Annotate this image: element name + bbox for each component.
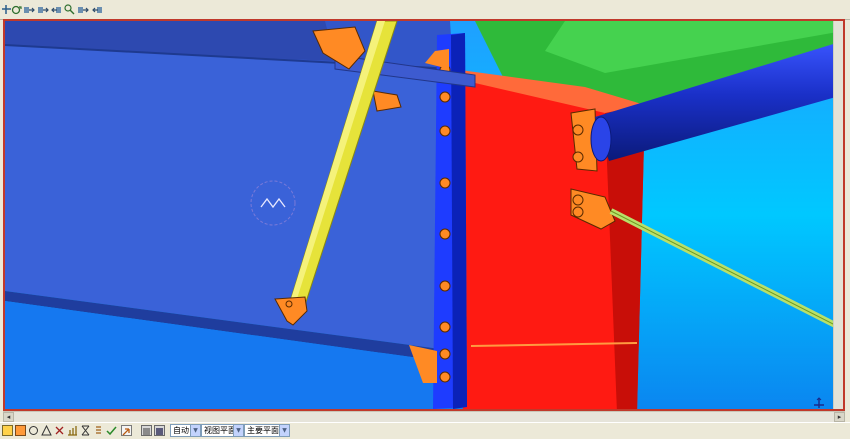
snap-cross-icon[interactable]: [54, 425, 65, 436]
main-plane-select[interactable]: 主要平面 ▼: [244, 424, 290, 437]
snap-mode-value: 自动: [173, 426, 189, 435]
top-toolbar: [0, 0, 850, 20]
vertical-scrollbar[interactable]: [833, 21, 843, 409]
zoom-window-icon[interactable]: [63, 3, 76, 16]
3d-scene[interactable]: [5, 21, 843, 409]
chevron-down-icon[interactable]: ▼: [190, 425, 200, 436]
main-plane-value: 主要平面: [247, 426, 279, 435]
snap-mid-icon[interactable]: [15, 425, 26, 436]
zoom-in-icon[interactable]: [36, 3, 49, 16]
snap-perp-icon[interactable]: [41, 424, 52, 436]
chevron-down-icon[interactable]: ▼: [279, 425, 289, 436]
scroll-right-arrow[interactable]: ▸: [834, 412, 845, 422]
model-icon[interactable]: [141, 425, 152, 436]
view-icon[interactable]: [154, 425, 165, 436]
horizontal-scrollbar[interactable]: ◂ ▸: [3, 411, 845, 422]
view-plane-select[interactable]: 视图平面 ▼: [201, 424, 244, 437]
snap-icon[interactable]: [22, 3, 35, 16]
snap-free-icon[interactable]: [106, 425, 117, 436]
status-bar: 自动 ▼ 视图平面 ▼ 主要平面 ▼: [0, 422, 850, 438]
snap-end-icon[interactable]: [2, 425, 13, 436]
snap-mode-select[interactable]: 自动 ▼: [170, 424, 201, 437]
view-plane-value: 视图平面: [204, 426, 236, 435]
snap-circle-icon[interactable]: [28, 425, 39, 436]
zoom-in-icon[interactable]: [91, 3, 104, 16]
snap-line-icon[interactable]: [80, 425, 91, 436]
scroll-left-arrow[interactable]: ◂: [3, 412, 14, 422]
snap-grid-icon[interactable]: [67, 425, 78, 436]
zoom-out-icon[interactable]: [50, 3, 63, 16]
fit-view-icon[interactable]: [76, 3, 89, 16]
model-viewport[interactable]: [3, 19, 845, 411]
coordinate-axis-icon: [812, 397, 826, 409]
select-arrow-icon[interactable]: [121, 425, 132, 436]
chevron-down-icon[interactable]: ▼: [233, 425, 243, 436]
snap-plane-icon[interactable]: [93, 425, 104, 436]
